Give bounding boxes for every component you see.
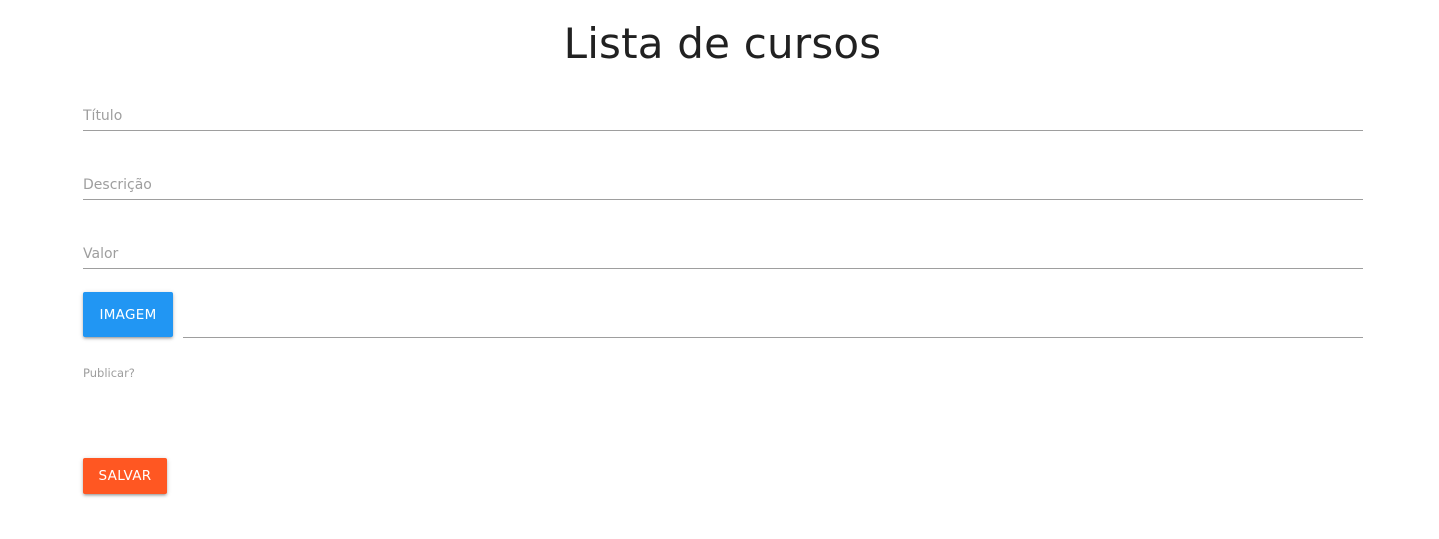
file-path-input[interactable]: [183, 292, 1363, 337]
descricao-field[interactable]: [83, 160, 1363, 200]
imagem-upload-button[interactable]: IMAGEM: [83, 292, 173, 337]
publicar-label: Publicar?: [83, 366, 135, 380]
titulo-input[interactable]: [83, 91, 1363, 130]
descricao-input[interactable]: [83, 160, 1363, 199]
imagem-file-field: IMAGEM: [83, 292, 1363, 338]
file-path-wrapper[interactable]: [183, 292, 1363, 338]
titulo-field[interactable]: [83, 91, 1363, 131]
valor-input[interactable]: [83, 229, 1363, 268]
valor-field[interactable]: [83, 229, 1363, 269]
salvar-button[interactable]: SALVAR: [83, 458, 167, 494]
page-title: Lista de cursos: [563, 19, 882, 68]
course-form-page: Lista de cursos IMAGEM Publicar? SALVAR: [0, 0, 1439, 539]
publicar-toggle[interactable]: [83, 388, 203, 418]
